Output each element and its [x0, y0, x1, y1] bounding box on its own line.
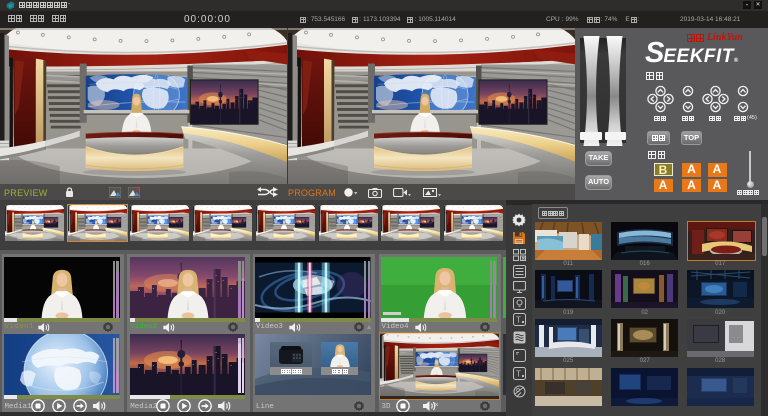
svg-text:T: T [516, 316, 521, 325]
svg-text:T: T [516, 370, 521, 379]
